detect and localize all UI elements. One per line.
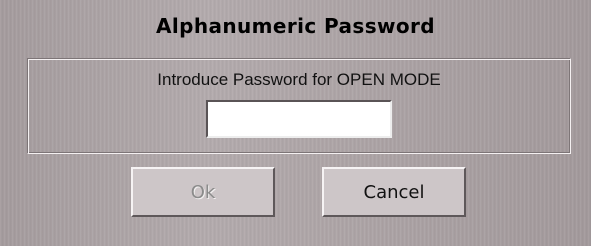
cancel-button[interactable]: Cancel (322, 167, 466, 217)
password-prompt-label: Introduce Password for OPEN MODE (157, 70, 441, 89)
dialog-title: Alphanumeric Password (155, 14, 436, 38)
password-dialog: Alphanumeric Password Introduce Password… (0, 0, 591, 246)
ok-button[interactable]: Ok (131, 167, 275, 217)
password-input[interactable] (206, 100, 392, 138)
